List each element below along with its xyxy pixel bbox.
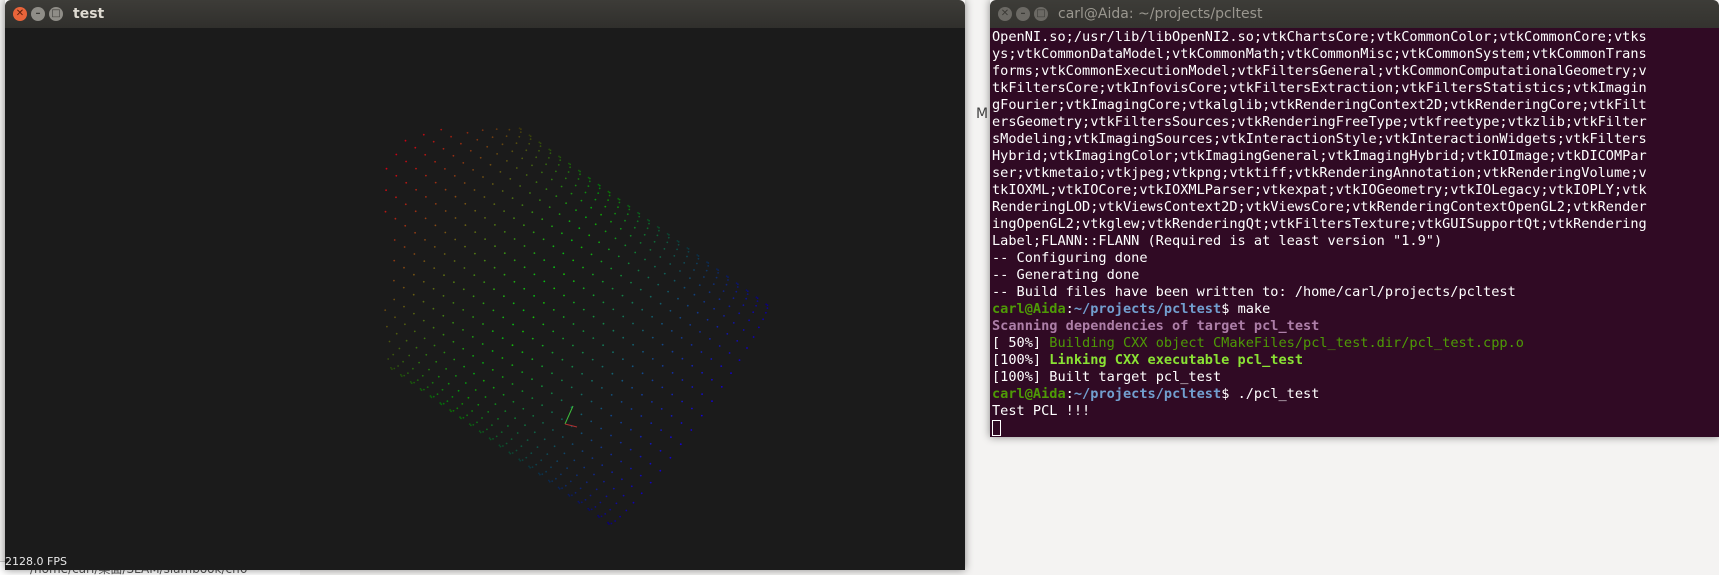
terminal-titlebar[interactable]: ✕ – □ carl@Aida: ~/projects/pcltest xyxy=(990,0,1719,28)
minimize-icon[interactable]: – xyxy=(1016,7,1030,21)
terminal-line: Label;FLANN::FLANN (Required is at least… xyxy=(992,233,1443,249)
build-line: [100%] Built target pcl_test xyxy=(992,369,1719,386)
terminal-line: OpenNI.so;/usr/lib/libOpenNI2.so;vtkChar… xyxy=(992,29,1647,45)
point-cloud-canvas[interactable]: 2128.0 FPS xyxy=(5,28,965,570)
prompt-user: carl@Aida xyxy=(992,386,1066,402)
build-message: Linking CXX executable pcl_test xyxy=(1049,352,1304,368)
terminal-line: forms;vtkCommonExecutionModel;vtkFilters… xyxy=(992,63,1647,79)
terminal-line: gFourier;vtkImagingCore;vtkalglib;vtkRen… xyxy=(992,97,1647,113)
prompt-dollar: $ xyxy=(1221,386,1238,402)
command-text: ./pcl_test xyxy=(1237,386,1320,402)
terminal-window[interactable]: ✕ – □ carl@Aida: ~/projects/pcltest Open… xyxy=(990,0,1719,437)
build-percent: [ 50%] xyxy=(992,335,1050,351)
prompt-line: carl@Aida:~/projects/pcltest$ make xyxy=(992,301,1719,318)
command-text: make xyxy=(1237,301,1271,317)
terminal-line: RenderingLOD;vtkViewsContext2D;vtkViewsC… xyxy=(992,199,1647,215)
viewer-title: test xyxy=(73,6,105,22)
close-icon[interactable]: ✕ xyxy=(998,7,1012,21)
point-cloud-render xyxy=(384,127,769,525)
terminal-line: -- Generating done xyxy=(992,267,1140,283)
build-message: Building CXX object CMakeFiles/pcl_test.… xyxy=(1049,335,1524,351)
prompt-dollar: $ xyxy=(1221,301,1238,317)
terminal-line: Hybrid;vtkImagingColor;vtkImagingGeneral… xyxy=(992,148,1647,164)
terminal-line: tkFiltersCore;vtkInfovisCore;vtkFiltersE… xyxy=(992,80,1647,96)
terminal-line: sModeling;vtkImagingSources;vtkInteracti… xyxy=(992,131,1647,147)
terminal-line: ser;vtkmetaio;vtkjpeg;vtkpng;vtktiff;vtk… xyxy=(992,165,1647,181)
background-window-label: M xyxy=(976,106,989,122)
prompt-user: carl@Aida xyxy=(992,301,1066,317)
terminal-line: Scanning dependencies of target pcl_test xyxy=(992,318,1320,334)
build-message: Built target pcl_test xyxy=(1049,369,1222,385)
terminal-line: ersGeometry;vtkFiltersSources;vtkRenderi… xyxy=(992,114,1647,130)
terminal-output[interactable]: OpenNI.so;/usr/lib/libOpenNI2.so;vtkChar… xyxy=(990,28,1719,437)
maximize-icon[interactable]: □ xyxy=(49,7,63,21)
prompt-colon: : xyxy=(1065,386,1074,402)
cursor-line xyxy=(992,420,1719,437)
viewer-titlebar[interactable]: ✕ – □ test xyxy=(5,0,965,28)
terminal-title: carl@Aida: ~/projects/pcltest xyxy=(1058,6,1263,22)
build-line: [ 50%] Building CXX object CMakeFiles/pc… xyxy=(992,335,1719,352)
terminal-line: ys;vtkCommonDataModel;vtkCommonMath;vtkC… xyxy=(992,46,1647,62)
terminal-line: Test PCL !!! xyxy=(992,403,1091,419)
prompt-line: carl@Aida:~/projects/pcltest$ ./pcl_test xyxy=(992,386,1719,403)
prompt-path: ~/projects/pcltest xyxy=(1073,386,1222,402)
maximize-icon[interactable]: □ xyxy=(1034,7,1048,21)
terminal-line: -- Build files have been written to: /ho… xyxy=(992,284,1516,300)
terminal-cursor xyxy=(992,420,1001,436)
build-line: [100%] Linking CXX executable pcl_test xyxy=(992,352,1719,369)
prompt-path: ~/projects/pcltest xyxy=(1073,301,1222,317)
terminal-line: ingOpenGL2;vtkglew;vtkRenderingQt;vtkFil… xyxy=(992,216,1647,232)
build-percent: [100%] xyxy=(992,369,1050,385)
terminal-line: tkIOXML;vtkIOCore;vtkIOXMLParser;vtkexpa… xyxy=(992,182,1647,198)
close-icon[interactable]: ✕ xyxy=(13,7,27,21)
minimize-icon[interactable]: – xyxy=(31,7,45,21)
build-percent: [100%] xyxy=(992,352,1050,368)
pcl-viewer-window[interactable]: ✕ – □ test 2128.0 FPS xyxy=(5,0,965,570)
prompt-colon: : xyxy=(1065,301,1074,317)
terminal-line: -- Configuring done xyxy=(992,250,1148,266)
fps-counter: 2128.0 FPS xyxy=(5,555,67,568)
